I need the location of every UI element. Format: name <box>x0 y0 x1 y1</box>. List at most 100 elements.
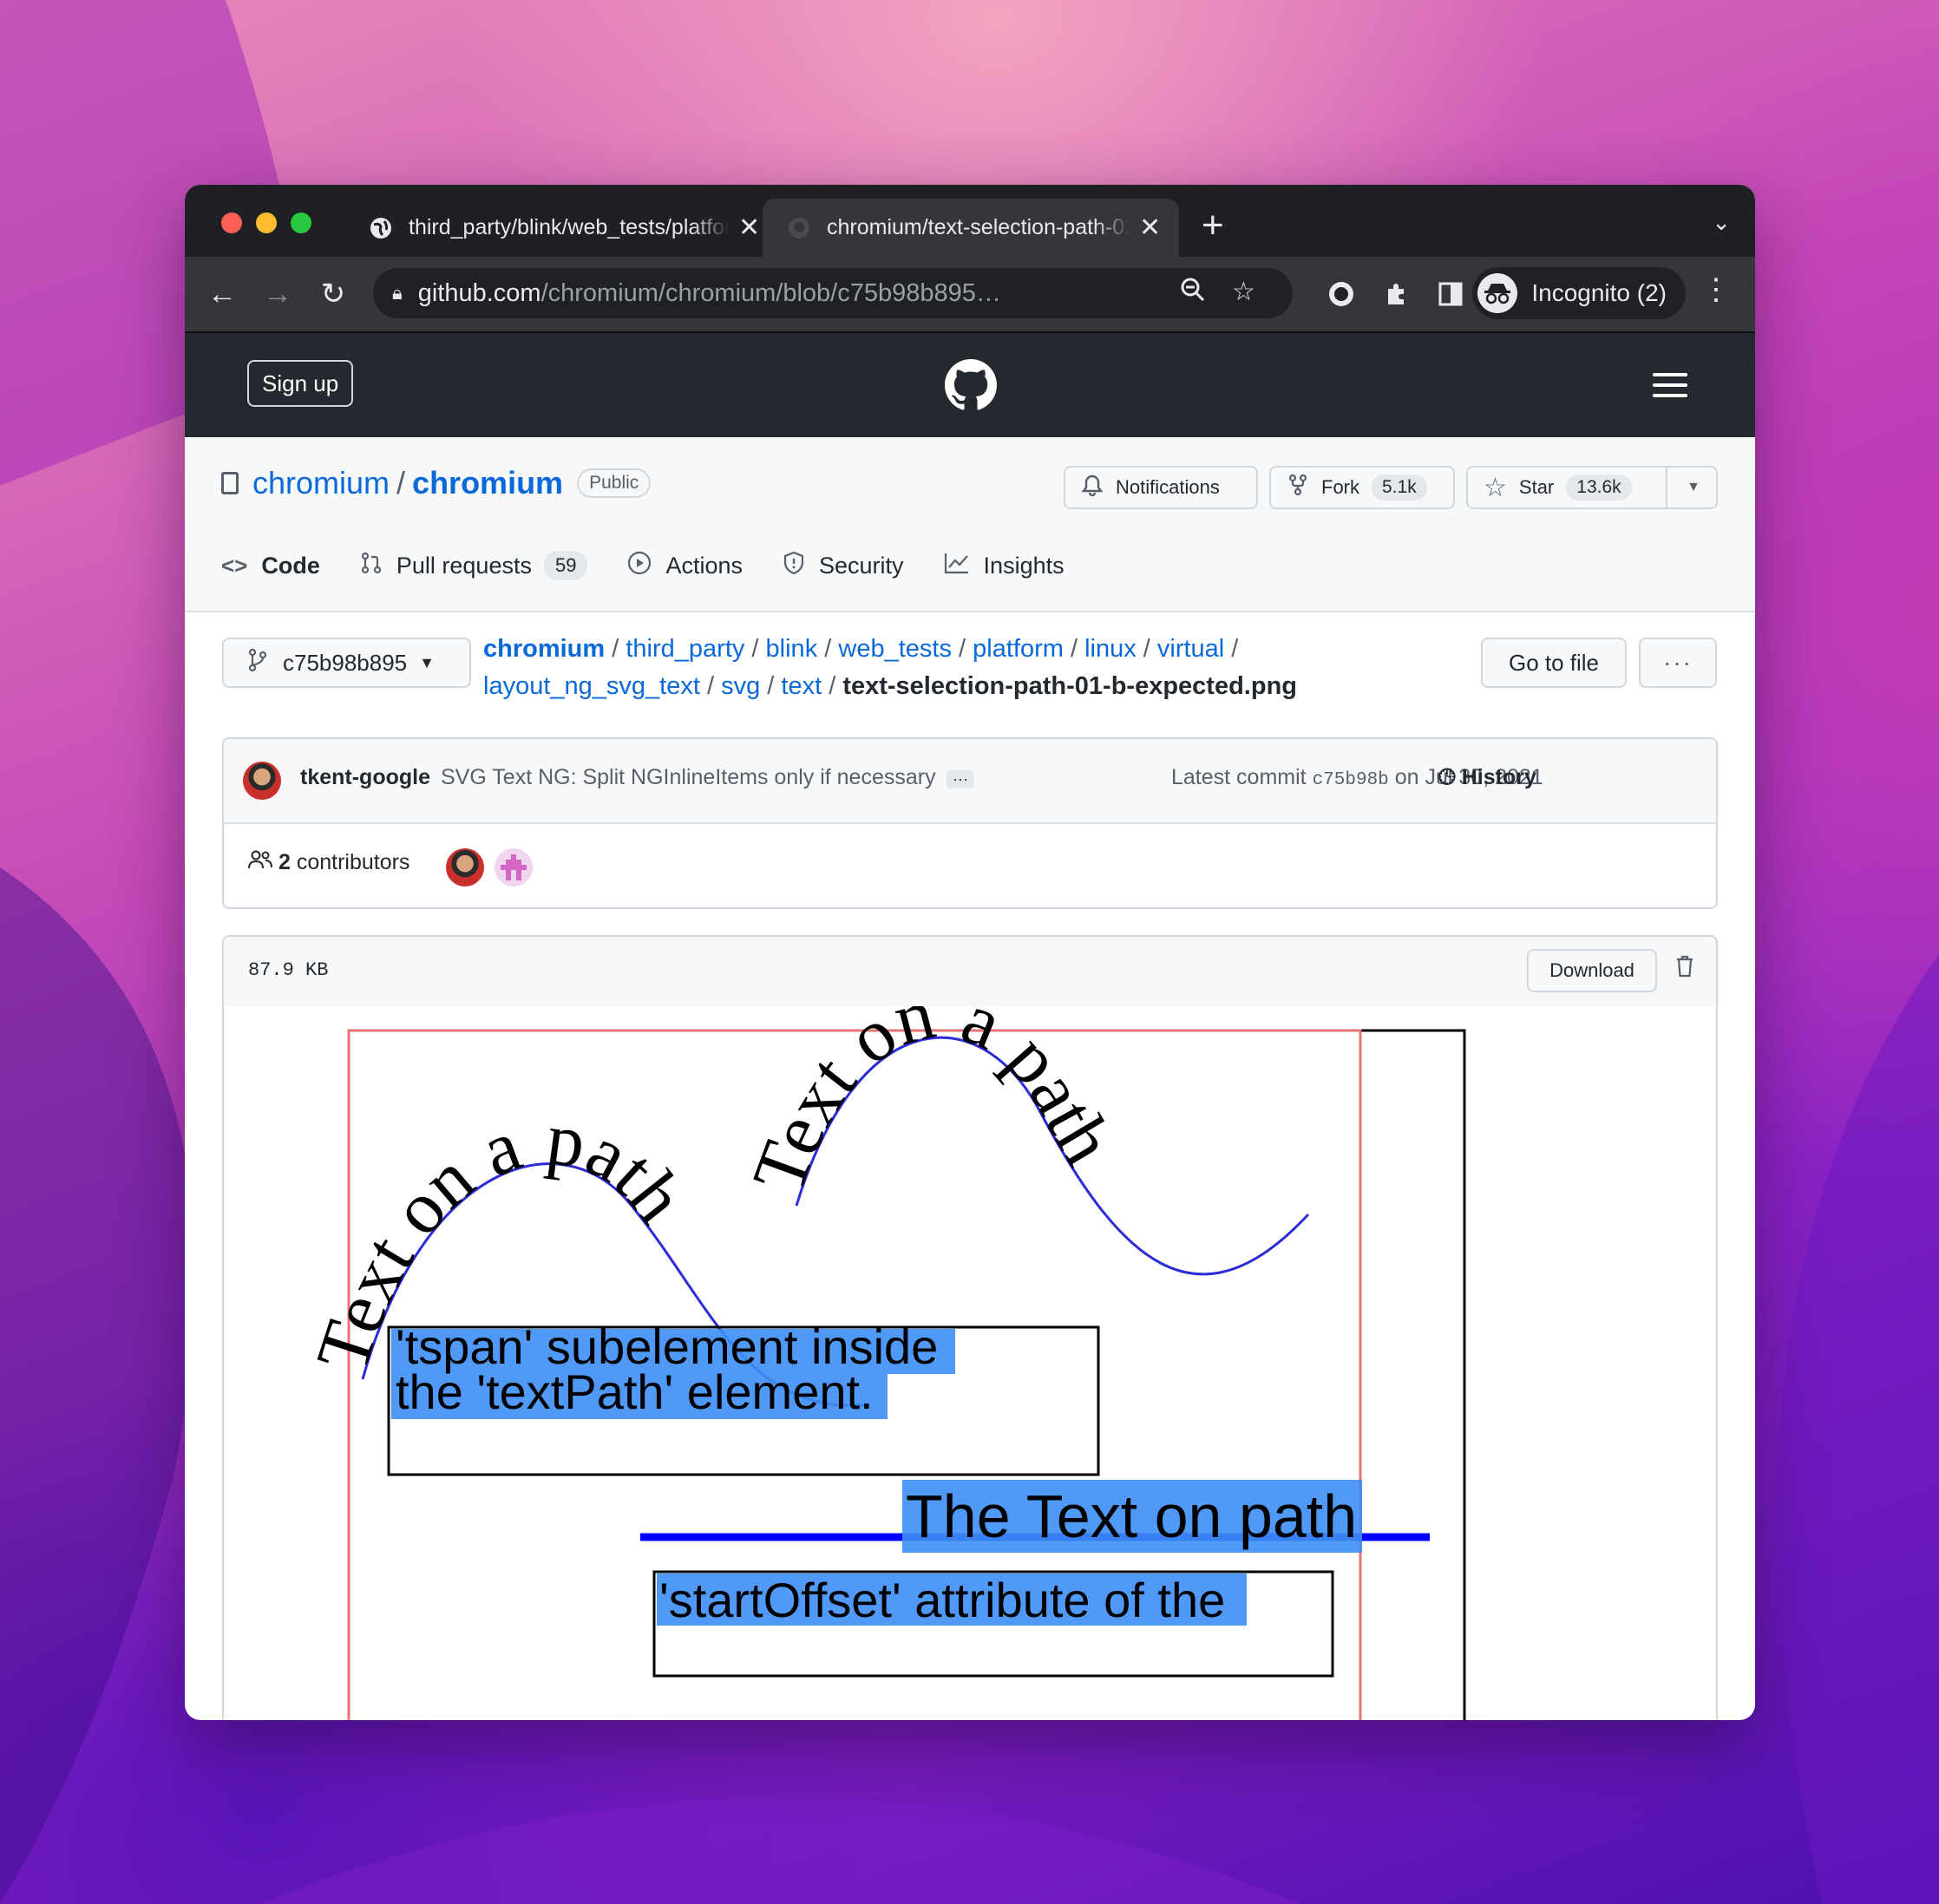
extensions-puzzle-icon[interactable] <box>1375 272 1418 316</box>
latest-commit-box: tkent-google SVG Text NG: Split NGInline… <box>222 737 1718 909</box>
breadcrumb-link[interactable]: virtual <box>1157 635 1224 663</box>
github-logo-icon[interactable] <box>945 359 997 415</box>
tab-actions[interactable]: Actions <box>627 540 743 592</box>
close-icon[interactable]: ✕ <box>1139 213 1161 243</box>
svg-text:Text on a path: Text on a path <box>736 1006 1130 1203</box>
reload-icon[interactable]: ↻ <box>311 272 355 316</box>
avatar[interactable] <box>243 762 281 800</box>
expand-commit-button[interactable]: ··· <box>947 770 974 788</box>
new-tab-button[interactable]: + <box>1202 204 1224 247</box>
trash-icon[interactable] <box>1674 954 1695 985</box>
breadcrumb-link[interactable]: web_tests <box>838 635 952 663</box>
latest-commit-label: Latest commit <box>1171 765 1307 789</box>
caret-down-icon: ▼ <box>419 653 435 671</box>
incognito-profile-button[interactable]: Incognito (2) <box>1472 267 1686 319</box>
repo-icon <box>221 472 239 494</box>
fork-button[interactable]: Fork 5.1k <box>1269 466 1455 509</box>
breadcrumb-link[interactable]: third_party <box>626 635 744 663</box>
browser-menu-icon[interactable]: ⋮ <box>1701 272 1731 307</box>
avatar[interactable] <box>446 848 484 887</box>
branch-selector[interactable]: c75b98b895 ▼ <box>222 638 471 688</box>
breadcrumb: chromium / third_party / blink / web_tes… <box>483 635 1297 700</box>
tab-security[interactable]: Security <box>783 540 904 592</box>
url-path: /chromium/chromium/blob/c75b98b895ea1d7c… <box>540 278 1008 307</box>
notifications-button[interactable]: Notifications <box>1064 466 1258 509</box>
side-panel-icon[interactable] <box>1429 272 1472 316</box>
tab-label: Code <box>261 552 320 579</box>
tab-strip: third_party/blink/web_tests/platform/lin… <box>185 185 1755 257</box>
download-button[interactable]: Download <box>1527 949 1657 992</box>
breadcrumb-link[interactable]: layout_ng_svg_text <box>483 672 700 700</box>
breadcrumb-link[interactable]: svg <box>721 672 760 700</box>
fork-count: 5.1k <box>1372 474 1427 501</box>
tab-label: Pull requests <box>396 552 532 579</box>
star-count: 13.6k <box>1566 474 1632 501</box>
pull-request-count: 59 <box>543 551 588 580</box>
maximize-window-button[interactable] <box>291 213 311 233</box>
repo-separator: / <box>396 465 406 501</box>
globe-icon <box>370 217 391 239</box>
start-offset-text: 'startOffset' attribute of the <box>659 1573 1225 1627</box>
tab-code[interactable]: <> Code <box>221 540 320 592</box>
star-dropdown-caret-icon[interactable]: ▼ <box>1666 466 1720 509</box>
tab-0[interactable]: third_party/blink/web_tests/platform/lin… <box>344 199 770 257</box>
close-icon[interactable]: ✕ <box>738 213 760 243</box>
go-to-file-button[interactable]: Go to file <box>1481 638 1627 688</box>
notifications-label: Notifications <box>1116 476 1220 498</box>
fork-label: Fork <box>1321 476 1359 498</box>
github-icon <box>789 217 809 239</box>
commit-sha-link[interactable]: c75b98b <box>1313 770 1389 790</box>
straight-path-text: The Text on path <box>906 1482 1357 1550</box>
bookmark-star-icon[interactable]: ☆ <box>1232 277 1255 307</box>
breadcrumb-filename: text-selection-path-01-b-expected.png <box>842 672 1297 700</box>
star-button[interactable]: ☆ Star 13.6k ▼ <box>1466 466 1718 509</box>
breadcrumb-link[interactable]: chromium <box>483 635 605 663</box>
profile-label: Incognito (2) <box>1531 279 1667 306</box>
repo-title: chromium / chromium Public <box>221 465 652 501</box>
avatar[interactable] <box>495 848 533 887</box>
play-icon <box>627 551 652 581</box>
tab-title: chromium/text-selection-path-01-b-expect… <box>827 215 1130 239</box>
address-bar[interactable]: 🔒︎ github.com/chromium/chromium/blob/c75… <box>373 268 1293 318</box>
breadcrumb-link[interactable]: blink <box>766 635 818 663</box>
file-toolbar: 87.9 KB Download <box>224 937 1716 1008</box>
breadcrumb-link[interactable]: platform <box>973 635 1064 663</box>
tab-1[interactable]: chromium/text-selection-path-01-b-expect… <box>763 199 1179 257</box>
repo-header: chromium / chromium Public Notifications… <box>185 437 1755 612</box>
zoom-icon[interactable] <box>1180 277 1206 310</box>
commit-message-link[interactable]: SVG Text NG: Split NGInlineItems only if… <box>441 765 936 790</box>
tab-insights[interactable]: Insights <box>944 540 1064 592</box>
close-window-button[interactable] <box>221 213 242 233</box>
contributors-link[interactable]: 2 contributors <box>248 850 409 875</box>
hamburger-menu-icon[interactable] <box>1653 373 1687 404</box>
breadcrumb-link[interactable]: linux <box>1084 635 1137 663</box>
extension-record-icon[interactable] <box>1320 272 1363 316</box>
url-host: github.com <box>417 278 541 307</box>
history-icon: 🕒︎ <box>1438 765 1456 789</box>
forward-arrow-icon[interactable]: → <box>256 272 299 316</box>
contributors-label: contributors <box>296 850 410 874</box>
shield-icon <box>783 551 805 581</box>
commit-author-link[interactable]: tkent-google <box>300 765 430 790</box>
curved-text-2: Text on a path <box>736 971 1130 1203</box>
tab-search-chevron-icon[interactable]: ⌄ <box>1712 209 1731 236</box>
code-icon: <> <box>221 552 248 579</box>
people-icon <box>248 850 278 874</box>
minimize-window-button[interactable] <box>256 213 277 233</box>
preview-image: Text on a path Text on a path 'tspan' su… <box>299 971 1466 1720</box>
commit-header: tkent-google SVG Text NG: Split NGInline… <box>224 739 1716 824</box>
branch-name: c75b98b895 <box>283 649 408 676</box>
more-options-button[interactable]: ··· <box>1639 638 1717 688</box>
tab-pull-requests[interactable]: Pull requests 59 <box>360 540 588 592</box>
back-arrow-icon[interactable]: ← <box>200 272 244 316</box>
tspan-line-2: the 'textPath' element. <box>396 1364 874 1419</box>
repo-nav: <> Code Pull requests 59 Actions Securit… <box>221 540 1104 592</box>
history-link[interactable]: 🕒︎ History <box>1438 765 1536 790</box>
graph-icon <box>944 552 970 580</box>
contributors-count: 2 <box>278 850 291 874</box>
repo-name-link[interactable]: chromium <box>412 465 563 501</box>
star-icon: ☆ <box>1484 473 1507 502</box>
repo-owner-link[interactable]: chromium <box>252 465 390 501</box>
sign-up-button[interactable]: Sign up <box>247 360 354 407</box>
breadcrumb-link[interactable]: text <box>781 672 822 700</box>
